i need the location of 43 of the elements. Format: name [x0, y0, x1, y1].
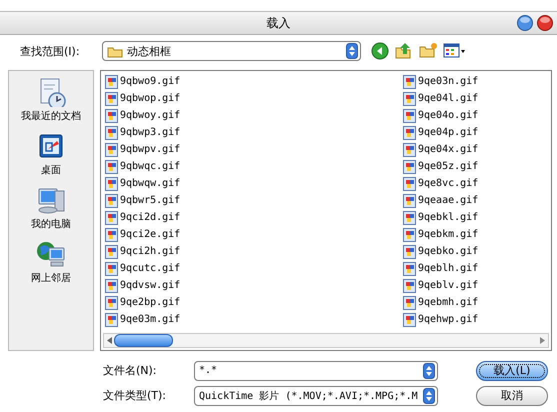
file-name[interactable]: 9qcutc.gif — [120, 263, 180, 274]
dialog-button[interactable]: 载入(L) — [476, 360, 548, 380]
file-name[interactable]: 9qe04x.gif — [418, 144, 478, 155]
file-name[interactable]: 9qe2bp.gif — [120, 297, 180, 308]
file-name[interactable]: 9qci2e.gif — [120, 229, 180, 240]
window-title: 载入 — [266, 14, 290, 32]
file-name-field[interactable]: *.* — [194, 360, 438, 380]
file-name[interactable]: 9qdvsw.gif — [120, 280, 180, 291]
look-in-label: 查找范围(I): — [19, 44, 81, 58]
file-name-label: 文件名(N): — [102, 363, 158, 378]
places-item[interactable]: 我最近的文档 — [21, 77, 81, 123]
file-name[interactable]: 9qeaae.gif — [418, 195, 478, 206]
file-name[interactable]: 9qe03m.gif — [120, 314, 180, 325]
file-name[interactable]: 9qbwo9.gif — [120, 76, 180, 87]
file-name[interactable]: 9qebmh.gif — [418, 297, 478, 308]
places-item[interactable]: 网上邻居 — [31, 239, 71, 285]
file-type-field[interactable]: QuickTime 影片 (*.MOV;*.AVI;*.MPG;*.M — [194, 386, 438, 406]
file-name[interactable]: 9qbwoy.gif — [120, 110, 180, 121]
file-name[interactable]: 9qci2d.gif — [120, 212, 180, 223]
file-name[interactable]: 9qebkl.gif — [418, 212, 478, 223]
file-name[interactable]: 9qe04p.gif — [418, 127, 478, 138]
file-name[interactable]: 9qe04o.gif — [418, 110, 478, 121]
file-name[interactable]: 9qbwqw.gif — [120, 178, 180, 189]
places-item[interactable]: 我的电脑 — [31, 185, 71, 231]
file-name[interactable]: 9qebko.gif — [418, 246, 478, 257]
look-in-dropdown[interactable]: 动态相框 — [102, 41, 361, 61]
file-name[interactable]: 9qebkm.gif — [418, 229, 478, 240]
file-name[interactable]: 9qbwp3.gif — [120, 127, 180, 138]
file-name[interactable]: 9qbwop.gif — [120, 93, 180, 104]
dialog-button[interactable]: 取消 — [476, 386, 548, 406]
file-name[interactable]: 9qeblv.gif — [418, 280, 478, 291]
file-type-label: 文件类型(T): — [102, 388, 168, 403]
places-item[interactable]: 桌面 — [35, 131, 67, 177]
file-name[interactable]: 9qbwqc.gif — [120, 161, 180, 172]
file-name[interactable]: 9qehwp.gif — [418, 314, 478, 325]
file-name[interactable]: 9qe8vc.gif — [418, 178, 478, 189]
file-name[interactable]: 9qbwr5.gif — [120, 195, 180, 206]
file-name[interactable]: 9qeblh.gif — [418, 263, 478, 274]
file-name[interactable]: 9qe03n.gif — [418, 76, 478, 87]
file-name[interactable]: 9qe04l.gif — [418, 93, 478, 104]
file-name[interactable]: 9qe05z.gif — [418, 161, 478, 172]
file-name[interactable]: 9qci2h.gif — [120, 246, 180, 257]
file-name[interactable]: 9qbwpv.gif — [120, 144, 180, 155]
